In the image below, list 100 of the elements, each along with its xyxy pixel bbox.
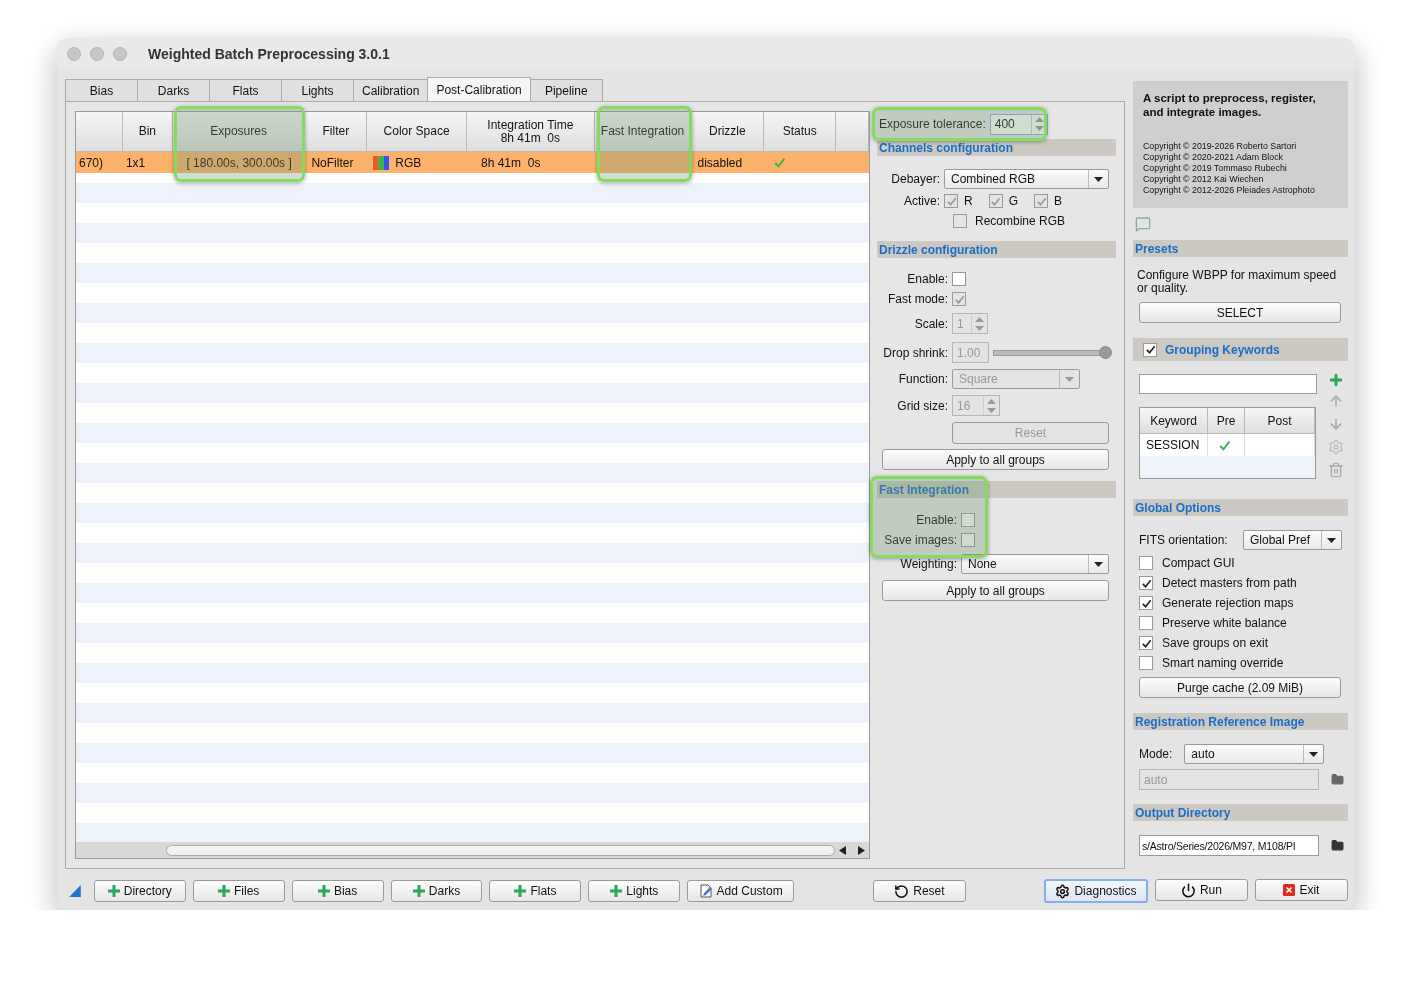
trash-icon[interactable] [1328, 462, 1344, 478]
tab[interactable]: Flats [209, 79, 282, 101]
plus-icon [218, 885, 230, 897]
apply-button[interactable]: Apply to all groups [882, 580, 1109, 601]
tab[interactable]: Calibration [353, 79, 429, 101]
comment-icon[interactable] [1135, 216, 1151, 232]
field-label: Scale: [913, 316, 948, 331]
checkbox[interactable] [961, 513, 975, 527]
gear-icon [1055, 883, 1071, 899]
keyword-input[interactable] [1139, 374, 1317, 394]
folder-icon[interactable] [1331, 773, 1344, 786]
purge-cache-button[interactable]: Purge cache (2.09 MiB) [1139, 677, 1341, 698]
field-label: Active: [903, 194, 940, 208]
tab[interactable]: Bias [65, 79, 138, 101]
field-label: Exposure tolerance: [879, 117, 986, 131]
checkbox-label: Smart naming override [1162, 656, 1284, 670]
checkbox[interactable] [1139, 556, 1153, 570]
field-label: Weighting: [899, 557, 957, 571]
column-header[interactable]: Keyword [1140, 408, 1208, 434]
caret-icon [1065, 376, 1074, 382]
plus-icon [412, 885, 425, 897]
table-cell-text: disabled [696, 154, 744, 172]
toolbar-button[interactable]: Bias [291, 880, 384, 902]
checkbox-label: Detect masters from path [1162, 576, 1297, 590]
plus-icon [610, 885, 623, 897]
column-header[interactable]: Exposures [172, 112, 306, 152]
checkbox-label: Recombine RGB [975, 214, 1066, 228]
dropdown[interactable]: auto [1184, 744, 1325, 764]
plus-icon [1330, 374, 1342, 386]
checkbox[interactable] [1139, 656, 1153, 670]
path-field[interactable]: s/Astro/Series/2026/M97, M108/PI [1139, 835, 1319, 856]
checkbox-label: Compact GUI [1162, 556, 1235, 570]
close-window-button[interactable] [67, 46, 81, 61]
rgb-icon [373, 155, 390, 170]
checkbox[interactable] [1139, 636, 1153, 650]
slider[interactable] [993, 345, 1111, 360]
select-button[interactable]: SELECT [1139, 302, 1341, 323]
checkbox[interactable] [952, 272, 966, 286]
tab[interactable]: Pipeline [529, 79, 603, 101]
toolbar-button[interactable]: Flats [489, 880, 582, 902]
column-header[interactable] [76, 112, 123, 152]
table-row[interactable]: 670) 1x1 [ 180.00s, 300.00s ] NoFilter RGB 8h 41m 0s disabled [76, 152, 869, 173]
column-header[interactable]: Drizzle [691, 112, 765, 152]
toolbar-button[interactable]: Diagnostics [1043, 879, 1148, 903]
toolbar-button[interactable]: Directory [93, 880, 186, 902]
toolbar-button[interactable]: Lights [588, 880, 681, 902]
tab[interactable]: Lights [281, 79, 354, 101]
spin-arrows-icon[interactable] [1034, 117, 1044, 131]
toolbar-button[interactable]: Reset [872, 880, 966, 902]
checkbox[interactable] [1139, 576, 1153, 590]
window-title: Weighted Batch Preprocessing 3.0.1 [148, 45, 390, 62]
toolbar-button[interactable]: Files [192, 880, 285, 902]
dropdown[interactable]: None [961, 554, 1109, 574]
zoom-window-button[interactable] [113, 46, 127, 61]
checkbox-label: G [1008, 194, 1018, 208]
reset-icon [894, 883, 910, 899]
column-header[interactable]: Integration Time 8h 41m 0s [467, 112, 595, 152]
corner-triangle-icon[interactable] [69, 885, 81, 897]
dropdown[interactable]: Global Pref [1243, 530, 1342, 550]
section-header: Output Directory [1133, 804, 1348, 821]
tab[interactable]: Post-Calibration [427, 77, 531, 101]
column-header[interactable]: Post [1245, 408, 1315, 434]
column-header[interactable]: Pre [1208, 408, 1245, 434]
column-header[interactable]: Bin [122, 112, 173, 152]
column-header[interactable] [836, 112, 869, 152]
copyright-line: Copyright © 2019-2026 Roberto Sartori [1143, 141, 1298, 152]
minimize-window-button[interactable] [90, 46, 104, 61]
checkbox-label: B [1054, 194, 1063, 208]
number-field[interactable]: 400 [989, 113, 1048, 135]
table-cell-text: [ 180.00s, 300.00s ] [185, 154, 293, 172]
toolbar-button[interactable]: Darks [390, 880, 483, 902]
tab[interactable]: Darks [137, 79, 210, 101]
dropdown[interactable]: Combined RGB [944, 169, 1109, 189]
exit-button[interactable]: Exit [1254, 879, 1348, 901]
field-label: Save images: [883, 533, 957, 547]
scroll-left-icon[interactable] [839, 845, 846, 855]
section-header: Channels configuration [877, 139, 1116, 156]
checkbox[interactable] [961, 533, 975, 547]
folder-icon[interactable] [1331, 839, 1344, 852]
column-header[interactable]: Status [764, 112, 837, 152]
gear-icon[interactable] [1328, 439, 1344, 455]
checkbox[interactable] [1139, 596, 1153, 610]
table-cell: RGB [395, 155, 422, 170]
toolbar-button[interactable]: Run [1154, 879, 1248, 901]
apply-button[interactable]: Apply to all groups [882, 449, 1109, 470]
column-header[interactable]: Color Space [367, 112, 467, 152]
checkbox[interactable] [1143, 342, 1157, 357]
checkbox[interactable] [1139, 616, 1153, 630]
field-label: FITS orientation: [1139, 533, 1228, 547]
section-header: Global Options [1133, 499, 1348, 516]
close-icon [1283, 884, 1296, 896]
scroll-right-icon[interactable] [858, 845, 865, 855]
copyright-line: Copyright © 2012-2026 Pleiades Astrophoto [1143, 185, 1316, 196]
scrollbar-thumb[interactable] [166, 844, 835, 856]
section-header: Drizzle configuration [877, 241, 1116, 258]
checkbox-label: Generate rejection maps [1162, 596, 1294, 610]
toolbar-button[interactable]: Add Custom [687, 880, 794, 902]
field-label: Grid size: [896, 398, 948, 413]
field-label: Enable: [906, 272, 948, 286]
column-header[interactable]: Filter [305, 112, 368, 152]
